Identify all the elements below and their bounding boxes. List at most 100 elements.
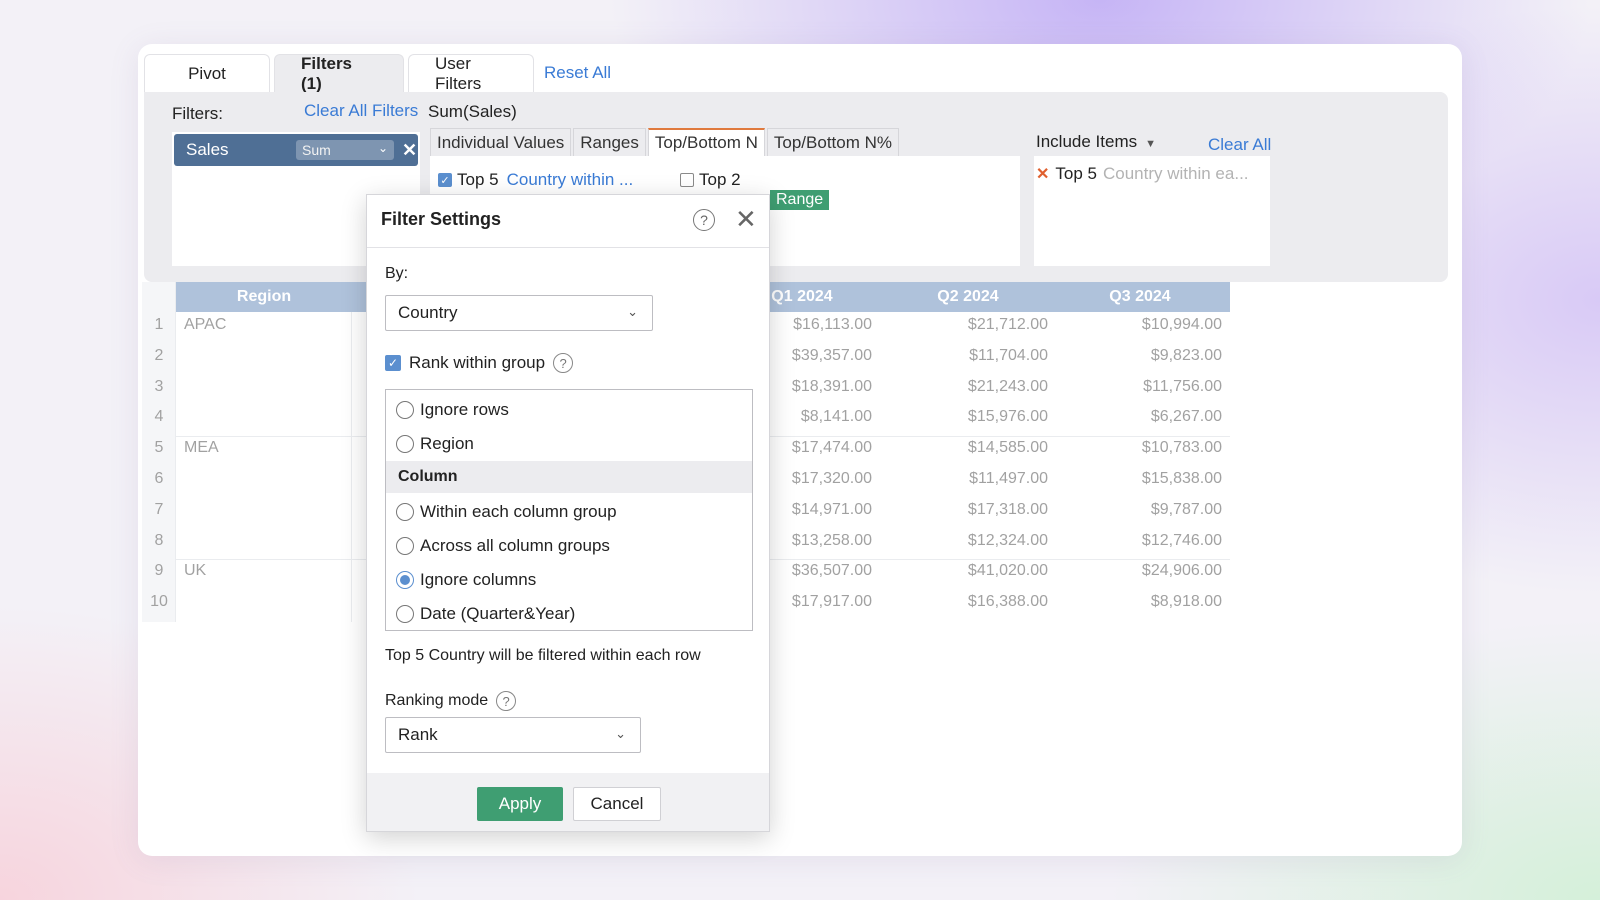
option-within-each-column-group[interactable]: Within each column group bbox=[396, 502, 617, 522]
clear-all-filters-link[interactable]: Clear All Filters bbox=[304, 101, 418, 121]
region-cell: UK bbox=[184, 562, 207, 580]
q2-cell: $41,020.00 bbox=[967, 562, 1048, 580]
q2-cell: $11,497.00 bbox=[969, 470, 1048, 487]
q1-cell: $39,357.00 bbox=[791, 346, 872, 364]
option-label: Ignore rows bbox=[420, 400, 509, 419]
rule-label: Top 5 bbox=[457, 170, 499, 189]
rule-top-5[interactable]: ✓ Top 5 Country within ... bbox=[438, 170, 633, 190]
option-label: Region bbox=[420, 434, 474, 453]
by-label: By: bbox=[385, 265, 409, 282]
dialog-footer bbox=[367, 773, 769, 831]
chip-label: Sales bbox=[186, 140, 229, 159]
rule-checkbox[interactable] bbox=[680, 173, 694, 187]
ranking-mode-label-row: Ranking mode ? bbox=[385, 691, 517, 711]
chevron-down-icon: ⌄ bbox=[627, 304, 638, 319]
ranking-mode-label: Ranking mode bbox=[385, 692, 489, 709]
ranking-mode-value: Rank bbox=[398, 725, 438, 744]
rule-top-2[interactable]: Top 2 bbox=[680, 170, 741, 190]
close-icon[interactable]: ✕ bbox=[735, 205, 757, 233]
help-icon[interactable]: ? bbox=[693, 209, 715, 231]
help-icon[interactable]: ? bbox=[553, 353, 574, 373]
q3-cell: $11,756.00 bbox=[1143, 377, 1222, 395]
q3-cell: $15,838.00 bbox=[1141, 470, 1222, 487]
q2-cell: $14,585.00 bbox=[967, 439, 1048, 457]
q3-cell: $24,906.00 bbox=[1141, 562, 1222, 580]
rule-label: Top 2 bbox=[699, 170, 741, 189]
q3-cell: $6,267.00 bbox=[1150, 408, 1222, 426]
q3-cell: $10,994.00 bbox=[1141, 316, 1222, 333]
aggregate-select[interactable]: Sum ⌄ bbox=[296, 140, 394, 160]
radio-button[interactable] bbox=[396, 503, 414, 521]
rule-checkbox-checked[interactable]: ✓ bbox=[438, 173, 452, 187]
option-ignore-rows[interactable]: Ignore rows bbox=[396, 400, 509, 420]
q2-cell: $15,976.00 bbox=[967, 408, 1048, 426]
q3-cell: $9,787.00 bbox=[1150, 500, 1222, 518]
row-number: 6 bbox=[154, 470, 164, 487]
remove-filter-icon[interactable]: ✕ bbox=[402, 140, 417, 161]
included-item: ✕ Top 5 Country within ea... bbox=[1036, 164, 1249, 184]
subtab-top-bottom-n[interactable]: Top/Bottom N bbox=[647, 128, 765, 156]
reset-all-link[interactable]: Reset All bbox=[544, 54, 611, 92]
region-cell: MEA bbox=[184, 439, 219, 457]
q2-cell: $12,324.00 bbox=[967, 531, 1048, 549]
tab-user-filters[interactable]: User Filters bbox=[408, 54, 534, 93]
radio-button[interactable] bbox=[396, 605, 414, 623]
aggregate-value: Sum bbox=[302, 142, 331, 158]
option-label: Within each column group bbox=[420, 502, 617, 521]
clear-all-link[interactable]: Clear All bbox=[1208, 135, 1271, 155]
subtab-top-bottom-n-percent[interactable]: Top/Bottom N% bbox=[766, 128, 899, 156]
q3-cell: $9,823.00 bbox=[1150, 346, 1222, 364]
remove-item-icon[interactable]: ✕ bbox=[1036, 164, 1049, 184]
radio-button[interactable] bbox=[396, 435, 414, 453]
apply-button[interactable]: Apply bbox=[477, 787, 563, 821]
cancel-button[interactable]: Cancel bbox=[573, 787, 661, 821]
option-label: Ignore columns bbox=[420, 570, 537, 589]
chevron-down-icon: ⌄ bbox=[377, 141, 388, 155]
top-tabs: Pivot Filters (1) User Filters Reset All bbox=[144, 54, 611, 93]
q1-cell: $17,474.00 bbox=[791, 439, 872, 457]
q1-cell: $17,320.00 bbox=[791, 470, 872, 487]
rank-within-group-row[interactable]: ✓ Rank within group ? bbox=[385, 353, 574, 373]
option-across-all-column-groups[interactable]: Across all column groups bbox=[396, 536, 610, 556]
radio-button[interactable] bbox=[396, 537, 414, 555]
row-number: 7 bbox=[154, 500, 164, 518]
help-icon[interactable]: ? bbox=[496, 691, 517, 711]
rule-scope-link[interactable]: Country within ... bbox=[507, 170, 634, 190]
row-number: 9 bbox=[154, 562, 164, 580]
header-q3: Q3 2024 bbox=[1109, 288, 1171, 305]
row-number: 8 bbox=[154, 531, 164, 549]
by-select[interactable]: Country ⌄ bbox=[385, 295, 653, 331]
radio-button-selected[interactable] bbox=[396, 571, 414, 589]
option-label: Date (Quarter&Year) bbox=[420, 604, 576, 623]
option-label: Across all column groups bbox=[420, 536, 610, 555]
q3-cell: $12,746.00 bbox=[1141, 531, 1222, 549]
scope-options-box: Ignore rows Region Column Within each co… bbox=[385, 389, 753, 631]
q2-cell: $21,712.00 bbox=[967, 316, 1048, 333]
radio-button[interactable] bbox=[396, 401, 414, 419]
q1-cell: $16,113.00 bbox=[793, 316, 872, 333]
included-item-detail: Country within ea... bbox=[1103, 164, 1249, 183]
region-cell: APAC bbox=[184, 316, 227, 333]
ranking-mode-select[interactable]: Rank ⌄ bbox=[385, 717, 641, 753]
subtab-ranges[interactable]: Ranges bbox=[573, 128, 646, 156]
filter-chip-sales[interactable]: Sales Sum ⌄ ✕ bbox=[174, 134, 418, 166]
q2-cell: $16,388.00 bbox=[967, 593, 1048, 611]
option-ignore-columns[interactable]: Ignore columns bbox=[396, 570, 536, 590]
range-badge[interactable]: Range bbox=[770, 190, 830, 210]
include-items-dropdown[interactable]: Include Items ▼ bbox=[1036, 132, 1156, 152]
option-date-quarter-year[interactable]: Date (Quarter&Year) bbox=[396, 604, 575, 624]
tab-pivot[interactable]: Pivot bbox=[144, 54, 270, 92]
rank-within-group-checkbox[interactable]: ✓ bbox=[385, 355, 401, 371]
dialog-divider bbox=[367, 247, 769, 248]
q1-cell: $8,141.00 bbox=[800, 408, 872, 426]
q1-cell: $36,507.00 bbox=[791, 562, 872, 580]
filters-label: Filters: bbox=[172, 104, 223, 123]
subtab-individual-values[interactable]: Individual Values bbox=[430, 128, 572, 156]
row-number: 3 bbox=[154, 377, 164, 395]
dialog-title: Filter Settings bbox=[381, 209, 502, 229]
tab-filters[interactable]: Filters (1) bbox=[274, 54, 404, 93]
option-region[interactable]: Region bbox=[396, 434, 474, 454]
rank-within-group-label: Rank within group bbox=[409, 353, 546, 372]
q2-cell: $11,704.00 bbox=[969, 346, 1048, 364]
q1-cell: $17,917.00 bbox=[791, 593, 872, 611]
